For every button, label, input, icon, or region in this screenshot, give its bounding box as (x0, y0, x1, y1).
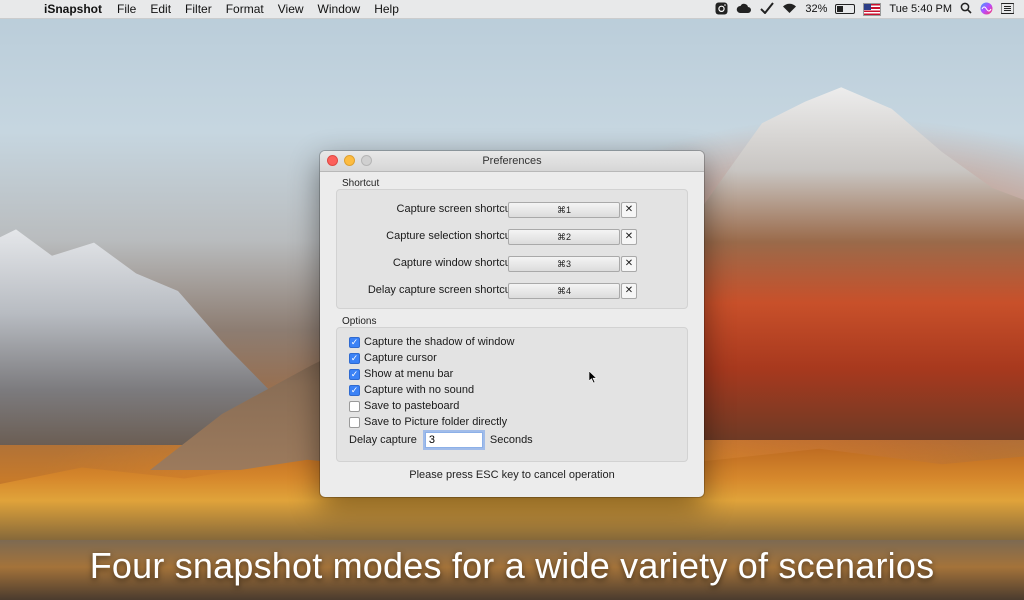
clear-icon[interactable]: ✕ (621, 229, 637, 245)
zoom-button-disabled (361, 155, 372, 166)
shortcut-field-window[interactable]: ⌘3 (508, 256, 620, 272)
option-no-sound[interactable]: ✓ Capture with no sound (349, 383, 474, 397)
us-flag-icon[interactable] (863, 2, 882, 16)
delay-capture-row: Delay capture Seconds (349, 432, 533, 448)
shortcut-row-window: Capture window shortcut: ⌘3 ✕ (337, 256, 687, 272)
shortcut-label: Capture selection shortcut: (386, 230, 517, 242)
option-label: Save to pasteboard (364, 400, 460, 412)
mouse-cursor-icon (588, 370, 598, 387)
delay-unit-label: Seconds (489, 434, 533, 446)
clear-icon[interactable]: ✕ (621, 256, 637, 272)
shortcut-row-screen: Capture screen shortcut: ⌘1 ✕ (337, 202, 687, 218)
shortcut-label: Delay capture screen shortcut: (367, 284, 517, 296)
shortcut-row-delay: Delay capture screen shortcut: ⌘4 ✕ (337, 283, 687, 299)
checkbox[interactable] (349, 400, 360, 412)
option-save-picture-folder[interactable]: Save to Picture folder directly (349, 415, 507, 429)
option-label: Show at menu bar (364, 368, 454, 380)
instagram-icon[interactable] (715, 2, 728, 17)
shortcut-label: Capture screen shortcut: (396, 203, 517, 215)
checkbox[interactable]: ✓ (349, 368, 360, 380)
shortcut-field-delay[interactable]: ⌘4 (508, 283, 620, 299)
options-group: ✓ Capture the shadow of window ✓ Capture… (336, 327, 688, 462)
menu-view[interactable]: View (271, 2, 311, 16)
menu-file[interactable]: File (110, 2, 143, 16)
menu-filter[interactable]: Filter (178, 2, 219, 16)
shortcut-section-label: Shortcut (342, 178, 380, 189)
option-show-menu-bar[interactable]: ✓ Show at menu bar (349, 367, 453, 381)
checkbox[interactable]: ✓ (349, 352, 360, 364)
option-capture-cursor[interactable]: ✓ Capture cursor (349, 351, 437, 365)
clear-icon[interactable]: ✕ (621, 283, 637, 299)
shortcut-group: Capture screen shortcut: ⌘1 ✕ Capture se… (336, 189, 688, 309)
close-button[interactable] (327, 155, 338, 166)
menu-edit[interactable]: Edit (143, 2, 178, 16)
wallpaper-mountain-right (690, 87, 1024, 440)
checkbox[interactable] (349, 416, 360, 428)
checkbox[interactable]: ✓ (349, 336, 360, 348)
option-label: Save to Picture folder directly (364, 416, 508, 428)
menu-clock[interactable]: Tue 5:40 PM (889, 3, 952, 15)
shortcut-field-selection[interactable]: ⌘2 (508, 229, 620, 245)
menu-extras: 32% Tue 5:40 PM (715, 2, 1024, 17)
menu-format[interactable]: Format (219, 2, 271, 16)
options-section-label: Options (342, 316, 377, 327)
menu-window[interactable]: Window (311, 2, 368, 16)
cancel-hint: Please press ESC key to cancel operation (409, 469, 615, 481)
shortcut-field-screen[interactable]: ⌘1 (508, 202, 620, 218)
menu-bar: iSnapshot File Edit Filter Format View W… (0, 0, 1024, 19)
battery-percent: 32% (805, 3, 828, 15)
preferences-window: Preferences Shortcut Capture screen shor… (320, 151, 704, 497)
search-icon[interactable] (960, 2, 972, 16)
clear-icon[interactable]: ✕ (621, 202, 637, 218)
menu-help[interactable]: Help (367, 2, 406, 16)
app-menu[interactable]: iSnapshot (40, 2, 110, 16)
promo-caption: Four snapshot modes for a wide variety o… (89, 545, 935, 586)
checkbox[interactable]: ✓ (349, 384, 360, 396)
traffic-lights (327, 155, 372, 166)
wifi-icon[interactable] (782, 3, 797, 16)
shortcut-row-selection: Capture selection shortcut: ⌘2 ✕ (337, 229, 687, 245)
window-titlebar[interactable]: Preferences (320, 151, 704, 172)
tick-icon[interactable] (760, 2, 775, 16)
option-capture-shadow[interactable]: ✓ Capture the shadow of window (349, 335, 514, 349)
cloud-icon[interactable] (736, 3, 752, 16)
option-save-pasteboard[interactable]: Save to pasteboard (349, 399, 459, 413)
battery-icon[interactable] (835, 4, 856, 14)
shortcut-label: Capture window shortcut: (392, 257, 517, 269)
delay-seconds-input[interactable] (424, 432, 483, 448)
option-label: Capture cursor (364, 352, 437, 364)
siri-icon[interactable] (980, 2, 993, 17)
menu-list-icon[interactable] (1000, 2, 1015, 16)
minimize-button[interactable] (344, 155, 355, 166)
delay-capture-label: Delay capture (349, 434, 417, 446)
window-title: Preferences (482, 155, 542, 167)
option-label: Capture the shadow of window (364, 336, 515, 348)
option-label: Capture with no sound (364, 384, 475, 396)
